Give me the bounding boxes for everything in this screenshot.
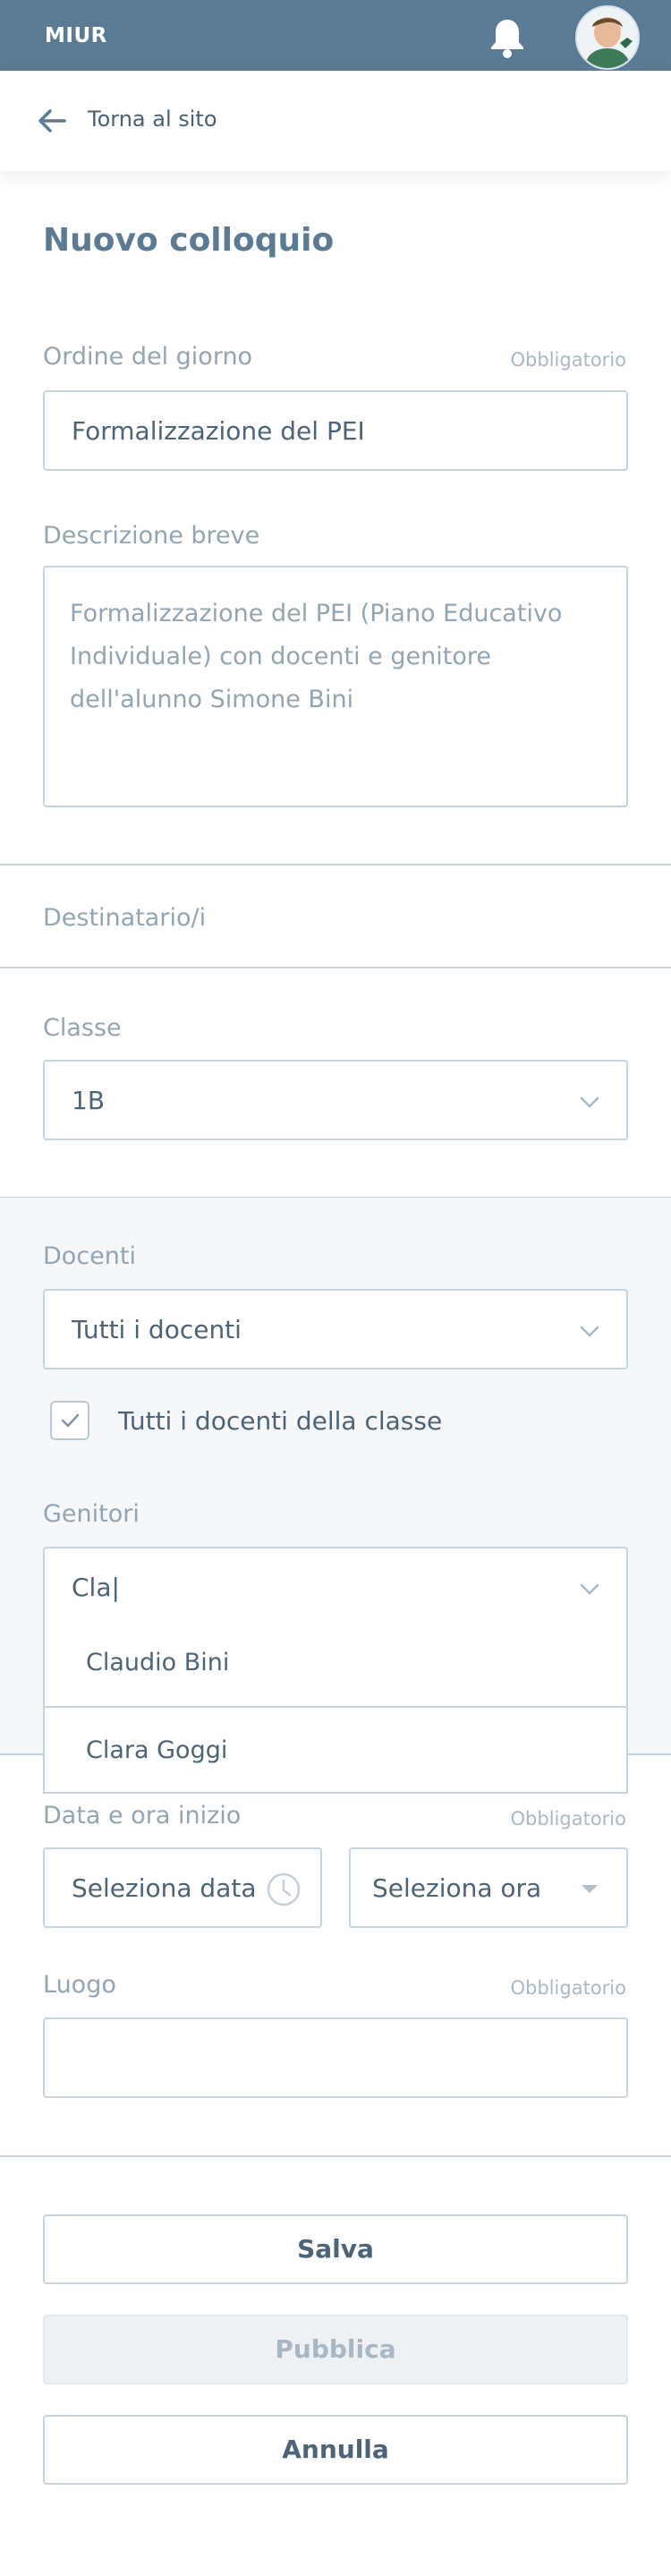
parents-input[interactable]: Cla| [43, 1547, 628, 1622]
time-select[interactable]: Seleziona ora [349, 1847, 628, 1928]
class-label: Classe [43, 1014, 122, 1042]
check-icon [61, 1413, 80, 1428]
recipients-label: Destinatario/i [43, 904, 207, 932]
brand-label: MIUR [45, 24, 107, 47]
option-label: Claudio Bini [86, 1649, 230, 1676]
dropdown-option[interactable]: Claudio Bini [45, 1620, 626, 1706]
divider [0, 2155, 671, 2157]
option-label: Clara Goggi [86, 1736, 228, 1764]
all-teachers-label[interactable]: Tutti i docenti della classe [118, 1406, 442, 1436]
start-label: Data e ora inizio [43, 1802, 242, 1830]
arrow-left-icon[interactable] [36, 105, 68, 137]
location-required: Obbligatorio [510, 1977, 626, 1999]
location-input[interactable] [43, 2017, 628, 2098]
teachers-value: Tutti i docenti [72, 1315, 242, 1344]
chevron-down-icon [578, 1577, 601, 1600]
agenda-label: Ordine del giorno [43, 343, 253, 371]
save-button[interactable]: Salva [43, 2214, 628, 2284]
teachers-label: Docenti [43, 1242, 136, 1270]
user-avatar[interactable] [575, 5, 640, 70]
class-select[interactable]: 1B [43, 1060, 628, 1140]
dropdown-option[interactable]: Clara Goggi [45, 1708, 626, 1794]
back-link[interactable]: Torna al sito [88, 107, 217, 132]
description-label: Descrizione breve [43, 522, 260, 550]
parents-label: Genitori [43, 1500, 140, 1528]
agenda-input[interactable]: Formalizzazione del PEI [43, 390, 628, 471]
start-required: Obbligatorio [510, 1808, 626, 1830]
caret-down-icon [582, 1885, 598, 1893]
clock-icon [265, 1871, 302, 1908]
page-title: Nuovo colloquio [43, 222, 335, 259]
teachers-select[interactable]: Tutti i docenti [43, 1289, 628, 1369]
chevron-down-icon [578, 1319, 601, 1343]
time-placeholder: Seleziona ora [372, 1873, 542, 1903]
location-label: Luogo [43, 1971, 116, 1999]
publish-button[interactable]: Pubblica [43, 2315, 628, 2384]
parents-value: Cla| [72, 1573, 120, 1602]
divider [0, 967, 671, 968]
description-text: Formalizzazione del PEI (Piano Educativo… [70, 600, 563, 713]
chevron-down-icon [578, 1090, 601, 1113]
date-placeholder: Seleziona data [72, 1873, 257, 1903]
agenda-value: Formalizzazione del PEI [72, 416, 365, 446]
all-teachers-checkbox[interactable] [50, 1401, 89, 1440]
divider [0, 864, 671, 866]
date-picker[interactable]: Seleziona data [43, 1847, 322, 1928]
app-header: MIUR [0, 0, 671, 71]
bell-icon[interactable] [487, 14, 528, 59]
class-value: 1B [72, 1086, 106, 1115]
description-textarea[interactable]: Formalizzazione del PEI (Piano Educativo… [43, 566, 628, 807]
cancel-button[interactable]: Annulla [43, 2415, 628, 2485]
parents-dropdown: Claudio Bini Clara Goggi [43, 1620, 628, 1794]
agenda-required: Obbligatorio [510, 349, 626, 371]
